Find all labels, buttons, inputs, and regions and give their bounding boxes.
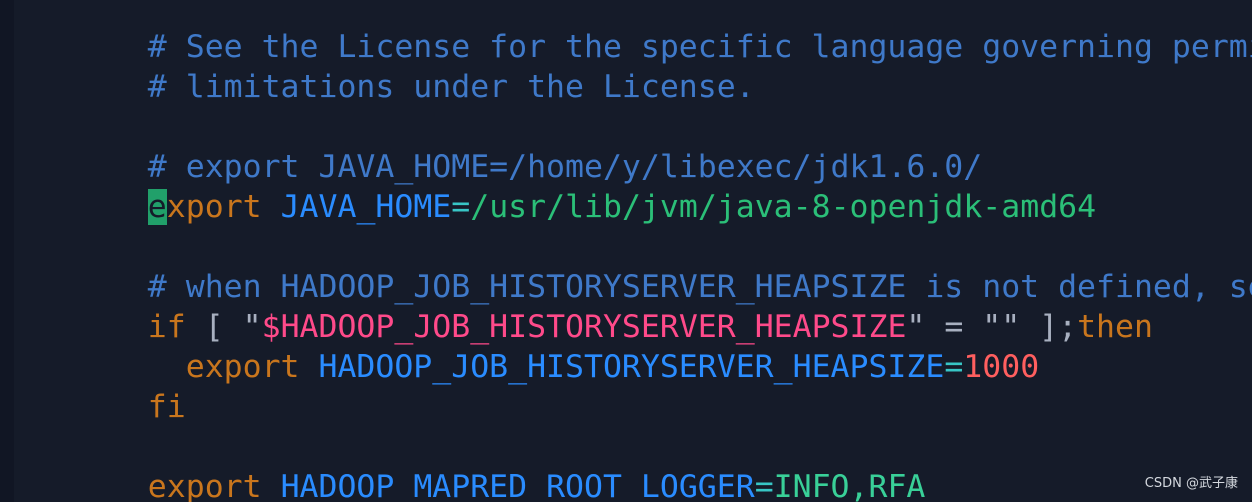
variable-token: HADOOP_MAPRED_ROOT_LOGGER — [280, 469, 755, 502]
code-area[interactable]: # See the License for the specific langu… — [34, 0, 1252, 502]
watermark-text: CSDN @武子康 — [1144, 476, 1238, 491]
keyword-token: if — [147, 309, 186, 345]
string-variable-token: $HADOOP_JOB_HISTORYSERVER_HEAPSIZE — [261, 309, 907, 345]
code-line-12[interactable]: export HADOOP_MAPRED_ROOT_LOGGER=INFO,RF… — [34, 427, 1252, 502]
operator-token: = — [944, 349, 964, 385]
keyword-token: export — [147, 349, 300, 385]
operator-token: = — [754, 469, 774, 502]
keyword-token: then — [1077, 309, 1153, 345]
comment-text: # export JAVA_HOME=/home/y/libexec/jdk1.… — [147, 149, 983, 185]
bracket-token: [ — [185, 309, 243, 345]
code-editor[interactable]: # See the License for the specific langu… — [0, 0, 1252, 502]
keyword-token: export — [147, 469, 262, 502]
text-cursor[interactable]: e — [147, 189, 167, 225]
path-token: /usr/lib/jvm/java-8-openjdk-amd64 — [470, 189, 1097, 225]
code-line-11[interactable] — [34, 387, 1252, 427]
condition-token: " = "" ]; — [906, 309, 1078, 345]
keyword-token: xport — [166, 189, 262, 225]
value-token: INFO,RFA — [773, 469, 926, 502]
editor-gutter — [0, 0, 14, 502]
code-line-4[interactable]: # export JAVA_HOME=/home/y/libexec/jdk1.… — [34, 107, 1252, 185]
comment-text: # limitations under the License. — [147, 69, 755, 105]
keyword-token: fi — [147, 389, 186, 425]
comment-text: # when HADOOP_JOB_HISTORYSERVER_HEAPSIZE… — [147, 269, 1252, 305]
comment-text: # See the License for the specific langu… — [147, 29, 1252, 65]
quote-token: " — [242, 309, 262, 345]
operator-token: = — [451, 189, 471, 225]
number-token: 1000 — [963, 349, 1040, 385]
code-line-1[interactable]: # See the License for the specific langu… — [34, 0, 1252, 65]
variable-token: JAVA_HOME — [280, 189, 452, 225]
variable-token: HADOOP_JOB_HISTORYSERVER_HEAPSIZE — [318, 349, 945, 385]
code-line-7[interactable]: # when HADOOP_JOB_HISTORYSERVER_HEAPSIZE… — [34, 227, 1252, 305]
